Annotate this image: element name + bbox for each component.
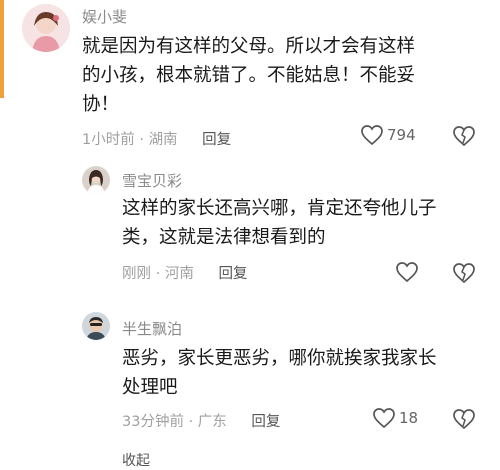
reply-button[interactable]: 回复 [202,132,231,148]
comment-location: 河南 [164,266,194,282]
comment-time: 刚刚 [122,266,151,282]
comment-location: 广东 [197,414,227,430]
comment-line: 这样的家长还高兴哪，肯定还夸他儿子 [122,198,437,219]
comment-time: 1小时前 [82,132,135,148]
comment-line: 类，这就是法律想看到的 [122,227,326,248]
dislike-button[interactable] [452,125,476,147]
like-button[interactable] [395,261,422,283]
heart-outline-icon [396,262,418,283]
reply-button[interactable]: 回复 [251,414,280,430]
comment-line: 协！ [82,94,120,115]
reply-button[interactable]: 回复 [218,266,247,282]
dislike-button[interactable] [452,408,476,430]
heart-outline-icon [361,125,383,146]
comment-meta: 33分钟前 · 广东 回复 [122,414,281,430]
comment-text: 就是因为有这样的父母。所以才会有这样 的小孩，根本就错了。不能姑息！不能妥 协！ [82,32,492,119]
avatar[interactable] [22,4,70,52]
avatar-image [22,4,70,52]
broken-heart-icon [453,263,475,284]
comment-line: 的小孩，根本就错了。不能姑息！不能妥 [82,65,416,86]
comment-text: 这样的家长还高兴哪，肯定还夸他儿子 类，这就是法律想看到的 [122,194,492,252]
like-button[interactable]: 18 [372,407,418,429]
username[interactable]: 娱小斐 [82,6,127,27]
like-count: 18 [399,409,419,427]
username[interactable]: 雪宝贝彩 [122,170,182,191]
avatar[interactable] [82,166,110,194]
collapse-replies-button[interactable]: 收起 [122,450,150,470]
heart-outline-icon [373,408,395,429]
dislike-button[interactable] [452,262,476,284]
comment-time: 33分钟前 [122,414,184,430]
comment-text: 恶劣，家长更恶劣，哪你就挨家我家长 处理吧 [122,344,492,402]
avatar[interactable] [82,312,110,340]
comment-accent-bar [0,0,4,98]
like-count: 794 [387,126,416,144]
comment-meta: 1小时前 · 湖南 回复 [82,132,232,148]
comment-meta: 刚刚 · 河南 回复 [122,266,248,282]
comment-line: 就是因为有这样的父母。所以才会有这样 [82,36,416,57]
avatar-image [82,312,110,340]
like-button[interactable]: 794 [360,124,416,146]
comment-line: 恶劣，家长更恶劣，哪你就挨家我家长 [122,348,437,369]
comment-location: 湖南 [148,132,178,148]
avatar-image [82,166,110,194]
comment-line: 处理吧 [122,377,178,398]
username[interactable]: 半生飘泊 [122,318,182,339]
broken-heart-icon [453,126,475,147]
broken-heart-icon [453,409,475,430]
